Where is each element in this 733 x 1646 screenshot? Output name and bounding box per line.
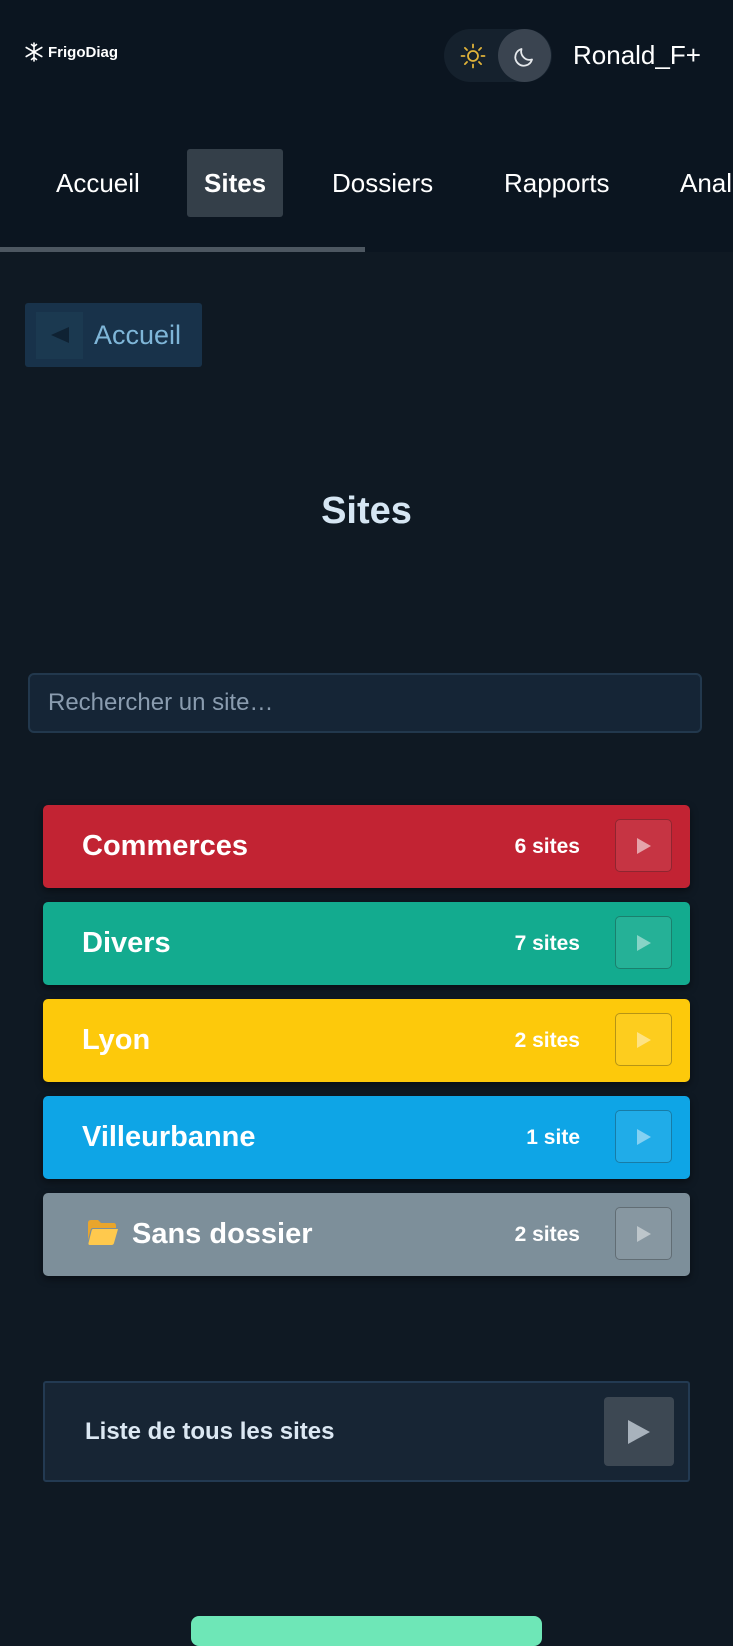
play-arrow-icon xyxy=(636,837,651,854)
open-folder-button[interactable] xyxy=(615,1013,672,1066)
open-folder-button[interactable] xyxy=(615,1207,672,1260)
back-arrow-box xyxy=(36,311,83,359)
play-arrow-icon xyxy=(636,1128,651,1145)
nav-scroll-indicator xyxy=(0,247,365,252)
folder-name: Divers xyxy=(82,927,171,959)
page-title: Sites xyxy=(321,490,412,532)
logo-text: FrigoDiag xyxy=(48,43,118,61)
tab-sites[interactable]: Sites xyxy=(187,149,284,217)
all-sites-card[interactable]: Liste de tous les sites xyxy=(43,1381,690,1482)
play-arrow-icon xyxy=(628,1419,650,1444)
folder-site-count: 6 sites xyxy=(514,835,580,858)
tab-dossiers[interactable]: Dossiers xyxy=(315,149,450,217)
folder-card-villeurbanne[interactable]: Villeurbanne 1 site xyxy=(43,1096,690,1179)
tab-rapports[interactable]: Rapports xyxy=(487,149,627,217)
snowflake-icon xyxy=(25,42,43,62)
bottom-action-button[interactable] xyxy=(191,1616,542,1646)
play-arrow-icon xyxy=(636,1225,651,1242)
folder-site-count: 2 sites xyxy=(514,1223,580,1246)
folder-site-count: 1 site xyxy=(526,1126,580,1149)
top-header: FrigoDiag Ronald_F+ xyxy=(0,0,733,112)
open-folder-button[interactable] xyxy=(615,819,672,872)
play-arrow-icon xyxy=(636,1031,651,1048)
app-logo[interactable]: FrigoDiag xyxy=(24,42,118,62)
sun-icon xyxy=(460,43,485,68)
folder-site-count: 7 sites xyxy=(514,932,580,955)
theme-toggle[interactable] xyxy=(444,29,552,82)
light-mode-button[interactable] xyxy=(446,29,499,82)
back-button-label: Accueil xyxy=(94,319,182,350)
play-arrow-icon xyxy=(636,934,651,951)
moon-icon xyxy=(513,47,533,67)
search-input[interactable] xyxy=(28,673,702,733)
folder-card-commerces[interactable]: Commerces 6 sites xyxy=(43,805,690,888)
folder-card-divers[interactable]: Divers 7 sites xyxy=(43,902,690,985)
folder-card-lyon[interactable]: Lyon 2 sites xyxy=(43,999,690,1082)
folder-name: Sans dossier xyxy=(132,1218,313,1250)
folder-name: Lyon xyxy=(82,1024,151,1056)
all-sites-open-button[interactable] xyxy=(604,1397,674,1466)
folder-icon xyxy=(88,1220,118,1245)
folder-name: Villeurbanne xyxy=(82,1121,256,1153)
tab-accueil[interactable]: Accueil xyxy=(39,149,157,217)
all-sites-label: Liste de tous les sites xyxy=(85,1418,335,1445)
user-menu[interactable]: Ronald_F+ xyxy=(573,40,701,71)
tab-analyses[interactable]: Anal xyxy=(663,149,733,217)
open-folder-button[interactable] xyxy=(615,916,672,969)
back-button[interactable]: Accueil xyxy=(25,303,202,367)
folder-card-sans-dossier[interactable]: Sans dossier 2 sites xyxy=(43,1193,690,1276)
folder-site-count: 2 sites xyxy=(514,1029,580,1052)
triangle-left-icon xyxy=(50,327,69,343)
dark-mode-button[interactable] xyxy=(498,29,551,82)
folder-name: Commerces xyxy=(82,830,249,862)
open-folder-button[interactable] xyxy=(615,1110,672,1163)
main-nav: Accueil Sites Dossiers Rapports Anal xyxy=(0,112,733,252)
